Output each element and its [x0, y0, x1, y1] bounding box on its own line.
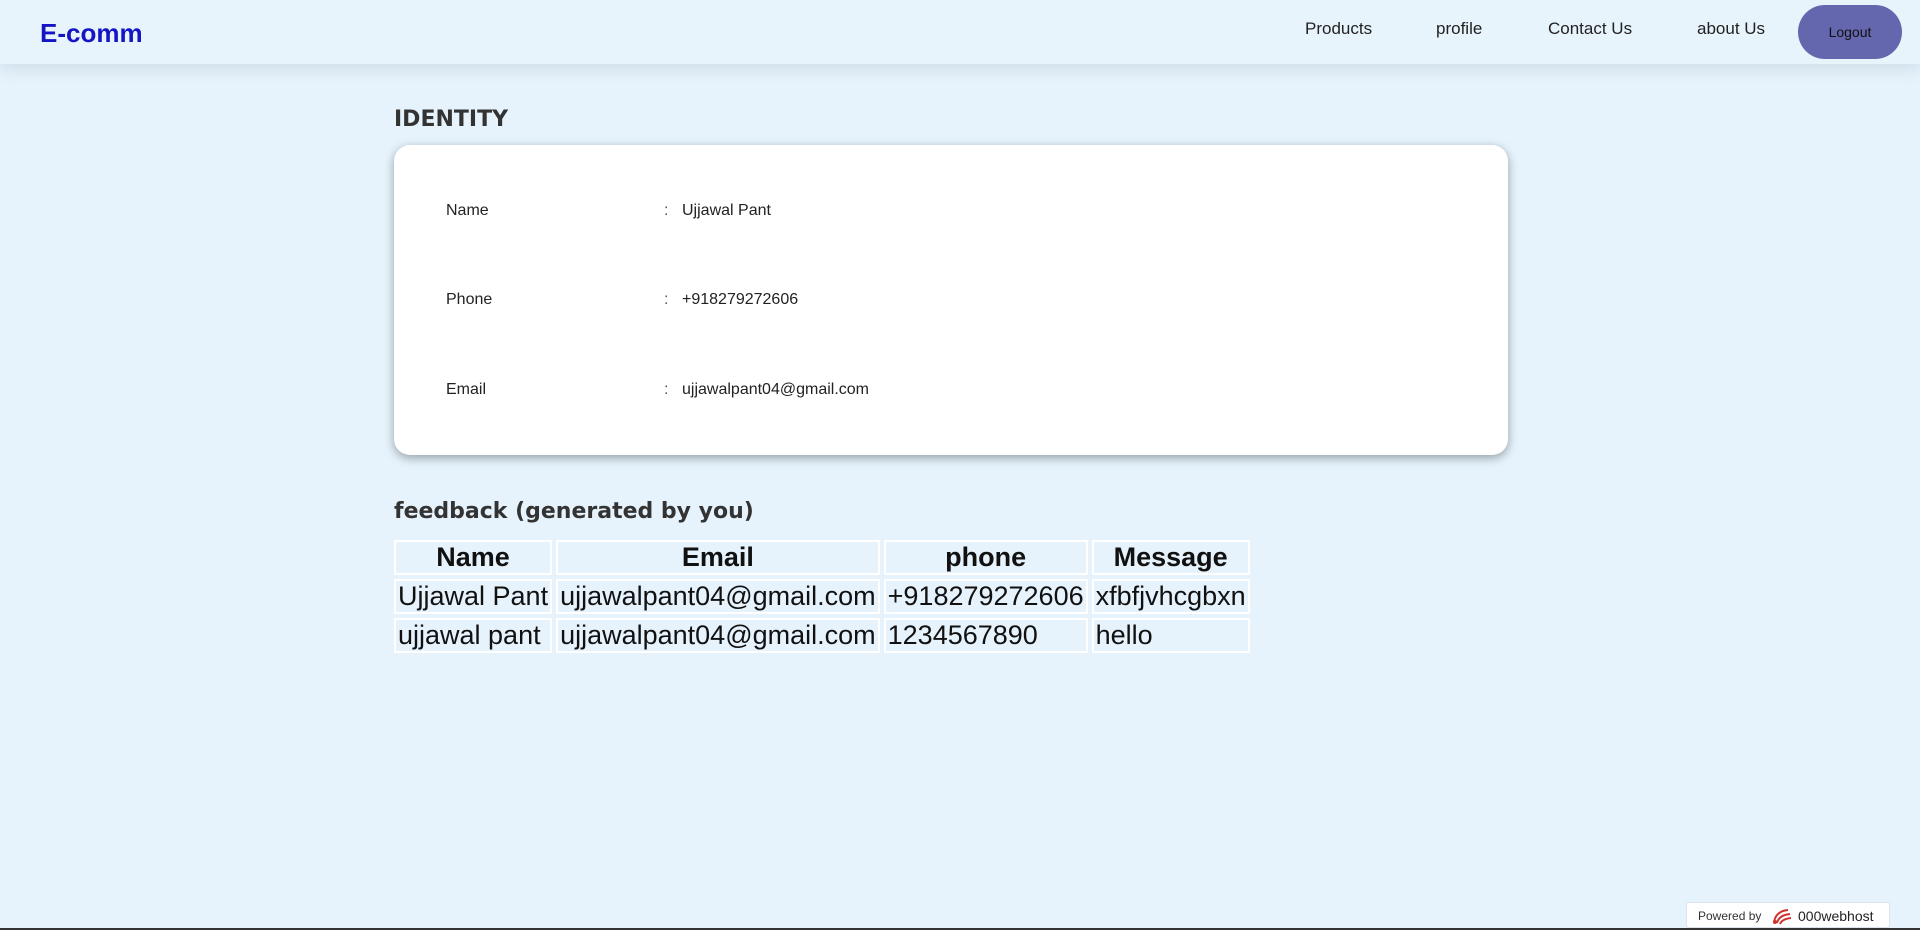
powered-by-text: Powered by: [1698, 909, 1762, 923]
nav-link-contact-us[interactable]: Contact Us: [1548, 19, 1632, 39]
table-cell-phone: +918279272606: [883, 579, 1088, 614]
powered-by-badge[interactable]: Powered by 000webhost: [1686, 902, 1890, 928]
identity-colon: :: [664, 291, 669, 308]
column-header-phone: phone: [883, 540, 1088, 575]
table-cell-email: ujjawalpant04@gmail.com: [556, 579, 880, 614]
identity-title: IDENTITY: [394, 107, 509, 132]
identity-value-name: Ujjawal Pant: [682, 202, 771, 219]
logout-button[interactable]: Logout: [1798, 5, 1902, 59]
identity-label: Phone: [446, 291, 493, 308]
table-row: ujjawal pant ujjawalpant04@gmail.com 123…: [394, 618, 1250, 653]
table-cell-name: ujjawal pant: [394, 618, 553, 653]
identity-colon: :: [664, 202, 669, 219]
identity-value-email: ujjawalpant04@gmail.com: [682, 381, 869, 398]
table-row: Ujjawal Pant ujjawalpant04@gmail.com +91…: [394, 579, 1250, 614]
column-header-email: Email: [556, 540, 880, 575]
column-header-message: Message: [1091, 540, 1250, 575]
identity-card: Name : Ujjawal Pant Phone : +91827927260…: [394, 145, 1508, 455]
table-cell-message: hello: [1091, 618, 1250, 653]
000webhost-logo-icon: [1773, 909, 1792, 925]
host-name: 000webhost: [1798, 908, 1874, 924]
identity-colon: :: [664, 381, 669, 398]
table-cell-message: xfbfjvhcgbxn: [1091, 579, 1250, 614]
identity-row-name: Name : Ujjawal Pant: [446, 202, 1346, 222]
nav-link-profile[interactable]: profile: [1436, 19, 1482, 39]
navbar: E-comm Products profile Contact Us about…: [0, 0, 1920, 64]
table-cell-email: ujjawalpant04@gmail.com: [556, 618, 880, 653]
identity-label: Email: [446, 381, 487, 398]
column-header-name: Name: [394, 540, 553, 575]
feedback-table: Name Email phone Message Ujjawal Pant uj…: [390, 536, 1254, 657]
identity-row-email: Email : ujjawalpant04@gmail.com: [446, 381, 1346, 401]
table-cell-name: Ujjawal Pant: [394, 579, 553, 614]
identity-label: Name: [446, 202, 489, 219]
table-header-row: Name Email phone Message: [394, 540, 1250, 575]
nav-links: Products profile Contact Us about Us: [0, 19, 1920, 43]
nav-link-products[interactable]: Products: [1305, 19, 1372, 39]
identity-value-phone: +918279272606: [682, 291, 799, 308]
nav-link-about-us[interactable]: about Us: [1697, 19, 1765, 39]
table-cell-phone: 1234567890: [883, 618, 1088, 653]
identity-row-phone: Phone : +918279272606: [446, 291, 1346, 311]
feedback-title: feedback (generated by you): [394, 499, 754, 524]
